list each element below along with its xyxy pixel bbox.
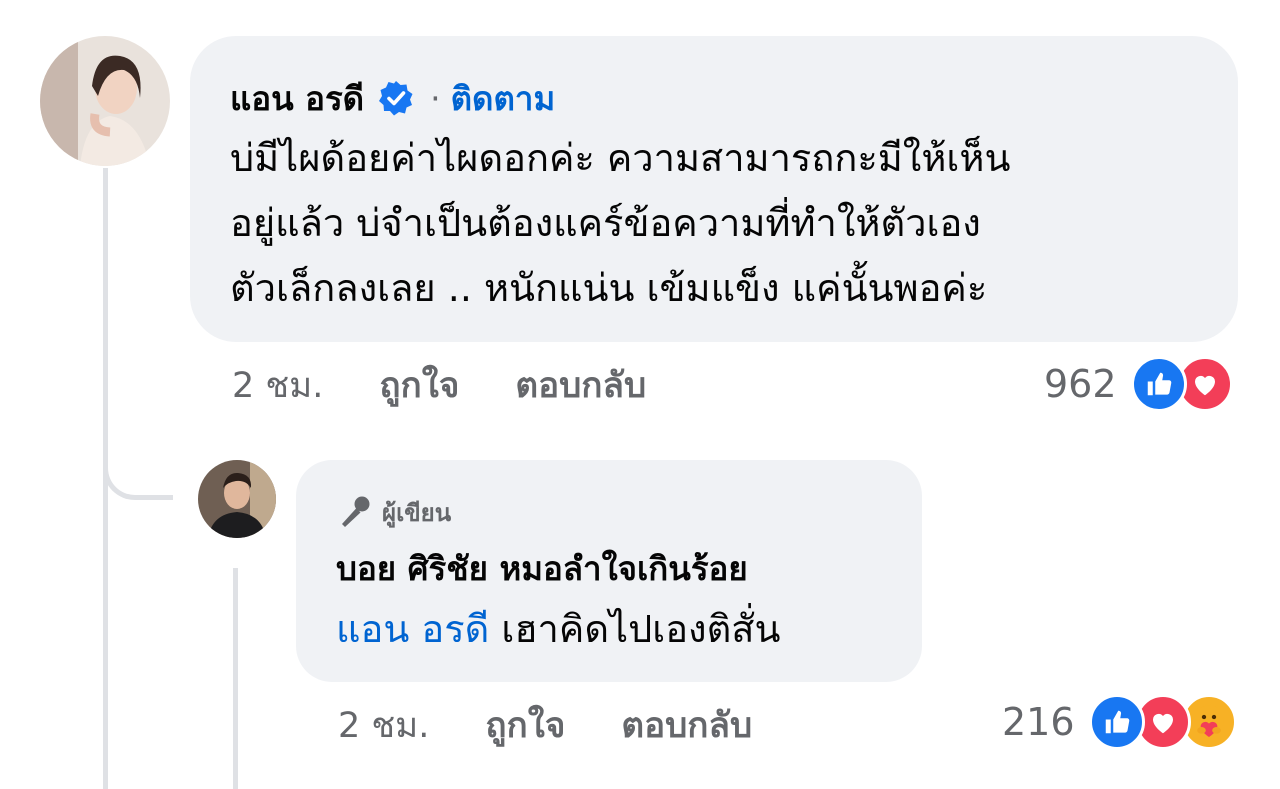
comment-timestamp[interactable]: 2 ชม. <box>232 358 323 413</box>
like-icon <box>1088 694 1145 750</box>
reaction-icons <box>1130 356 1233 412</box>
thread-line-reply <box>233 568 238 789</box>
reply-button[interactable]: ตอบกลับ <box>515 358 646 413</box>
reply-bubble: ผู้เขียน บอย ศิริชัย หมอลำใจเกินร้อย แอน… <box>296 460 922 682</box>
mention-link[interactable]: แอน อรดี <box>336 607 489 651</box>
follow-link[interactable]: ติดตาม <box>451 72 556 125</box>
header-separator: · <box>430 78 441 118</box>
comment-bubble: แอน อรดี · ติดตาม บ่มีไผด้อยค่าไผดอกค่ะ … <box>190 36 1238 342</box>
reply-like-button[interactable]: ถูกใจ <box>485 698 565 753</box>
author-badge: ผู้เขียน <box>336 490 882 534</box>
like-icon <box>1130 356 1187 412</box>
reply-reply-button[interactable]: ตอบกลับ <box>621 698 752 753</box>
reaction-count: 962 <box>1044 362 1117 406</box>
commenter-avatar[interactable] <box>40 36 170 166</box>
verified-badge-icon <box>378 80 414 116</box>
author-name[interactable]: แอน อรดี <box>230 72 364 125</box>
reply-author-avatar[interactable] <box>198 460 276 538</box>
comment-actions: 2 ชม. ถูกใจ ตอบกลับ <box>232 360 646 410</box>
reply-text: เฮาคิดไปเองติสั่น <box>501 607 781 651</box>
reply-actions: 2 ชม. ถูกใจ ตอบกลับ <box>338 700 752 750</box>
comment-reactions[interactable]: 962 <box>1044 354 1233 414</box>
like-button[interactable]: ถูกใจ <box>379 358 459 413</box>
reply-text-row: แอน อรดี เฮาคิดไปเองติสั่น <box>336 598 882 660</box>
microphone-icon <box>336 494 372 530</box>
comment-header: แอน อรดี · ติดตาม <box>230 72 1198 124</box>
reply-reactions[interactable]: 216 <box>1002 692 1237 752</box>
thread-line-branch <box>103 460 173 500</box>
reply-timestamp[interactable]: 2 ชม. <box>338 698 429 753</box>
reply-author-name[interactable]: บอย ศิริชัย หมอลำใจเกินร้อย <box>336 540 882 598</box>
author-badge-label: ผู้เขียน <box>382 498 452 527</box>
comment-text: บ่มีไผด้อยค่าไผดอกค่ะ ความสามารถกะมีให้เ… <box>230 136 1011 310</box>
reply-reaction-count: 216 <box>1002 700 1075 744</box>
reply-reaction-icons <box>1088 694 1237 750</box>
